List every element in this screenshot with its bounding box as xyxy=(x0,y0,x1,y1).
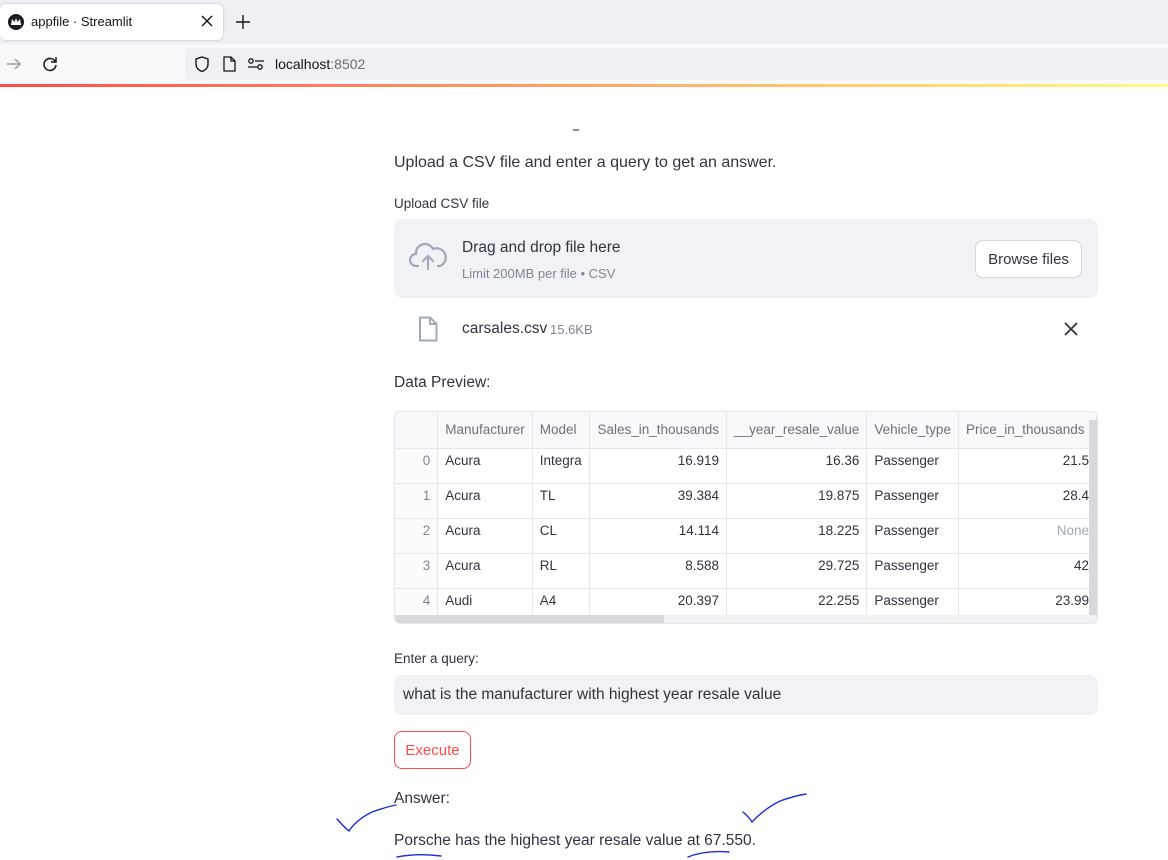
execute-button[interactable]: Execute xyxy=(394,731,471,769)
row-index: 2 xyxy=(395,518,439,554)
table-horizontal-scrollbar[interactable] xyxy=(395,615,664,623)
permissions-icon[interactable] xyxy=(247,56,265,72)
browser-tabstrip: appfile · Streamlit xyxy=(0,0,1168,44)
close-x-icon[interactable] xyxy=(1063,321,1079,337)
table-cell[interactable]: 19.875 xyxy=(726,483,868,519)
table-cell[interactable]: 39.384 xyxy=(589,483,728,519)
table-row: 0 Acura Integra 16.919 16.36 Passenger 2… xyxy=(395,448,1097,484)
cloud-upload-icon xyxy=(409,242,447,271)
app-main: Upload a CSV file and enter a query to g… xyxy=(0,87,1168,860)
file-icon xyxy=(419,316,438,342)
uploaded-file-name: carsales.csv xyxy=(462,320,548,337)
table-cell[interactable]: 16.919 xyxy=(589,448,728,484)
scrolled-title-remnant xyxy=(573,129,579,131)
dropzone-title: Drag and drop file here xyxy=(462,239,621,256)
table-cell[interactable]: CL xyxy=(532,518,591,554)
streamlit-favicon-icon xyxy=(8,14,24,30)
data-preview-table[interactable]: Manufacturer Model Sales_in_thousands __… xyxy=(394,411,1098,624)
close-icon[interactable] xyxy=(198,12,216,30)
uploaded-file-size: 15.6KB xyxy=(550,322,593,337)
page-icon[interactable] xyxy=(221,55,237,73)
dropzone-limit: Limit 200MB per file • CSV xyxy=(462,266,616,281)
table-cell[interactable]: Passenger xyxy=(866,553,959,589)
uploaded-file-row: carsales.csv 15.6KB xyxy=(394,311,1098,347)
table-header-row: Manufacturer Model Sales_in_thousands __… xyxy=(395,412,1097,449)
row-index: 1 xyxy=(395,483,439,519)
upload-label: Upload CSV file xyxy=(394,196,490,211)
index-header xyxy=(395,412,439,449)
shield-icon[interactable] xyxy=(193,55,211,73)
forward-arrow-icon[interactable] xyxy=(4,54,24,74)
table-cell[interactable]: 8.588 xyxy=(589,553,728,589)
answer-text: Porsche has the highest year resale valu… xyxy=(394,832,756,849)
table-cell[interactable]: Passenger xyxy=(866,483,959,519)
browser-navbar: localhost:8502 xyxy=(0,44,1168,84)
query-input[interactable] xyxy=(394,675,1098,715)
table-cell[interactable]: 28.4 xyxy=(958,483,1097,519)
answer-label: Answer: xyxy=(394,790,450,807)
table-cell[interactable]: 16.36 xyxy=(726,448,868,484)
table-vertical-scrollbar[interactable] xyxy=(1089,420,1097,616)
url-text[interactable]: localhost:8502 xyxy=(275,56,365,72)
table-row: 1 Acura TL 39.384 19.875 Passenger 28.4 xyxy=(395,483,1097,519)
table-cell[interactable]: 29.725 xyxy=(726,553,868,589)
column-header[interactable]: __year_resale_value xyxy=(726,412,868,449)
table-cell[interactable]: Passenger xyxy=(866,448,959,484)
table-row: 3 Acura RL 8.588 29.725 Passenger 42 xyxy=(395,553,1097,589)
table-cell[interactable]: None xyxy=(958,518,1097,554)
column-header[interactable]: Sales_in_thousands xyxy=(589,412,728,449)
table-cell[interactable]: Acura xyxy=(437,483,533,519)
url-port: :8502 xyxy=(330,56,366,72)
plus-icon[interactable] xyxy=(232,11,254,33)
table-cell[interactable]: Acura xyxy=(437,553,533,589)
browser-tab-active[interactable]: appfile · Streamlit xyxy=(0,4,223,40)
table-row: 2 Acura CL 14.114 18.225 Passenger None xyxy=(395,518,1097,554)
column-header[interactable]: Model xyxy=(532,412,591,449)
table-cell[interactable]: Acura xyxy=(437,448,533,484)
query-label: Enter a query: xyxy=(394,651,479,666)
table-cell[interactable]: 42 xyxy=(958,553,1097,589)
file-dropzone[interactable]: Drag and drop file here Limit 200MB per … xyxy=(394,219,1098,298)
column-header[interactable]: Price_in_thousands xyxy=(958,412,1097,449)
row-index: 0 xyxy=(395,448,439,484)
table-cell[interactable]: 14.114 xyxy=(589,518,728,554)
url-host: localhost xyxy=(275,56,331,72)
table-cell[interactable]: Passenger xyxy=(866,518,959,554)
table-cell[interactable]: 21.5 xyxy=(958,448,1097,484)
data-preview-label: Data Preview: xyxy=(394,374,491,391)
browse-files-button[interactable]: Browse files xyxy=(975,240,1082,278)
table-cell[interactable]: 18.225 xyxy=(726,518,868,554)
table-cell[interactable]: TL xyxy=(532,483,591,519)
column-header[interactable]: Manufacturer xyxy=(437,412,533,449)
intro-text: Upload a CSV file and enter a query to g… xyxy=(394,154,777,171)
tab-title: appfile · Streamlit xyxy=(31,14,133,29)
table-cell[interactable]: Acura xyxy=(437,518,533,554)
table-cell[interactable]: RL xyxy=(532,553,591,589)
reload-icon[interactable] xyxy=(40,54,60,74)
column-header[interactable]: Vehicle_type xyxy=(866,412,959,449)
url-bar[interactable]: localhost:8502 xyxy=(185,48,1168,80)
table-cell[interactable]: Integra xyxy=(532,448,591,484)
row-index: 3 xyxy=(395,553,439,589)
